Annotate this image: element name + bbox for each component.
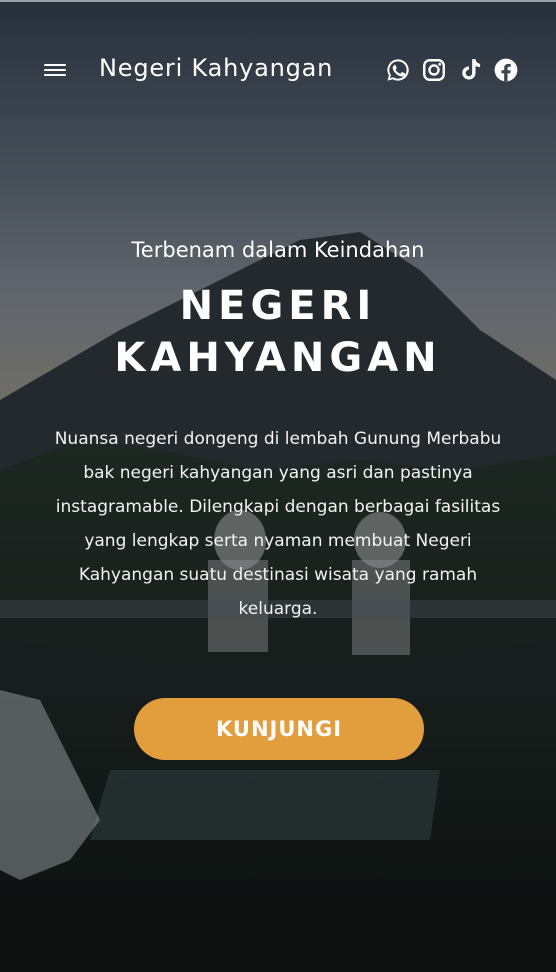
- social-links: [385, 57, 519, 83]
- description-line: yang lengkap serta nyaman membuat Negeri: [84, 531, 472, 551]
- site-brand[interactable]: Negeri Kahyangan: [99, 54, 333, 82]
- hero-title-line-1: NEGERI: [179, 283, 377, 329]
- description-line: Nuansa negeri dongeng di lembah Gunung M…: [54, 429, 502, 449]
- hero-section: Negeri Kahyangan Terbenam dalam Keindaha…: [0, 0, 556, 972]
- facebook-icon[interactable]: [493, 57, 519, 83]
- tiktok-icon[interactable]: [457, 57, 483, 83]
- instagram-icon[interactable]: [421, 57, 447, 83]
- whatsapp-icon[interactable]: [385, 57, 411, 83]
- top-border: [0, 0, 556, 2]
- description-line: instagramable. Dilengkapi dengan berbaga…: [55, 497, 501, 517]
- description-line: Kahyangan suatu destinasi wisata yang ra…: [78, 565, 478, 585]
- hero-description: Nuansa negeri dongeng di lembah Gunung M…: [24, 422, 532, 626]
- hamburger-menu-icon[interactable]: [44, 62, 66, 78]
- visit-button[interactable]: KUNJUNGI: [134, 698, 424, 760]
- hero-title: NEGERI KAHYANGAN: [0, 280, 556, 384]
- hero-subtitle: Terbenam dalam Keindahan: [131, 238, 425, 262]
- description-line: bak negeri kahyangan yang asri dan pasti…: [83, 463, 473, 483]
- hero-title-line-2: KAHYANGAN: [114, 335, 442, 381]
- description-line: keluarga.: [238, 599, 318, 619]
